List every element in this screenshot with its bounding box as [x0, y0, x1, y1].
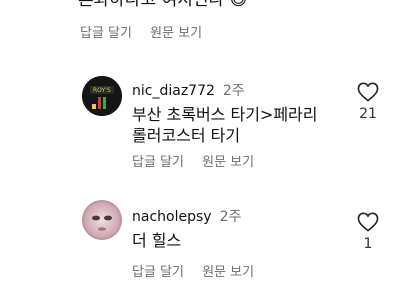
smile-emoji-icon: 😄 [229, 0, 248, 10]
comment-reply: nacholepsy 2주 더 힐스 답글 달기 원문 보기 1 [0, 200, 400, 290]
comment-text: 더 힐스 [132, 230, 181, 251]
like-control: 21 [354, 82, 382, 122]
timestamp: 2주 [222, 83, 245, 99]
avatar-image: ROY'S [82, 76, 122, 116]
username-link[interactable]: nic_diaz772 [132, 83, 215, 99]
comment-header: nacholepsy 2주 [132, 206, 241, 226]
comment-reply: ROY'S nic_diaz772 2주 부산 초록버스 타기>페라리 롤러코스터… [0, 72, 400, 182]
reply-button[interactable]: 답글 달기 [132, 155, 184, 170]
avatar[interactable] [82, 200, 122, 240]
like-count: 1 [363, 236, 373, 252]
username-link[interactable]: nacholepsy [132, 209, 212, 225]
comment-header: nic_diaz772 2주 [132, 80, 245, 100]
comment-actions: 답글 달기 원문 보기 [80, 22, 216, 41]
avatar-image [82, 200, 122, 240]
heart-icon[interactable] [357, 212, 379, 232]
see-translation-button[interactable]: 원문 보기 [202, 155, 254, 170]
see-translation-button[interactable]: 원문 보기 [150, 26, 202, 41]
reply-button[interactable]: 답글 달기 [132, 265, 184, 280]
heart-icon[interactable] [357, 82, 379, 102]
avatar-logo-text: ROY'S [93, 87, 111, 94]
comment-actions: 답글 달기 원문 보기 [132, 151, 268, 170]
comment-top: 혼와하나고 여지신나 😄 답글 달기 원문 보기 [0, 0, 400, 60]
comment-line: 부산 초록버스 타기>페라리 [132, 105, 318, 124]
comment-body: 혼와하나고 여지신나 [78, 0, 225, 10]
comment-line: 롤러코스터 타기 [132, 126, 241, 145]
comment-text: 부산 초록버스 타기>페라리 롤러코스터 타기 [132, 104, 318, 146]
like-control: 1 [354, 212, 382, 252]
avatar[interactable]: ROY'S [82, 76, 122, 116]
comment-text: 혼와하나고 여지신나 😄 [78, 0, 247, 12]
comment-line: 더 힐스 [132, 231, 182, 250]
see-translation-button[interactable]: 원문 보기 [202, 265, 254, 280]
like-count: 21 [359, 106, 377, 122]
timestamp: 2주 [219, 209, 242, 225]
reply-button[interactable]: 답글 달기 [80, 26, 132, 41]
comment-actions: 답글 달기 원문 보기 [132, 261, 268, 280]
